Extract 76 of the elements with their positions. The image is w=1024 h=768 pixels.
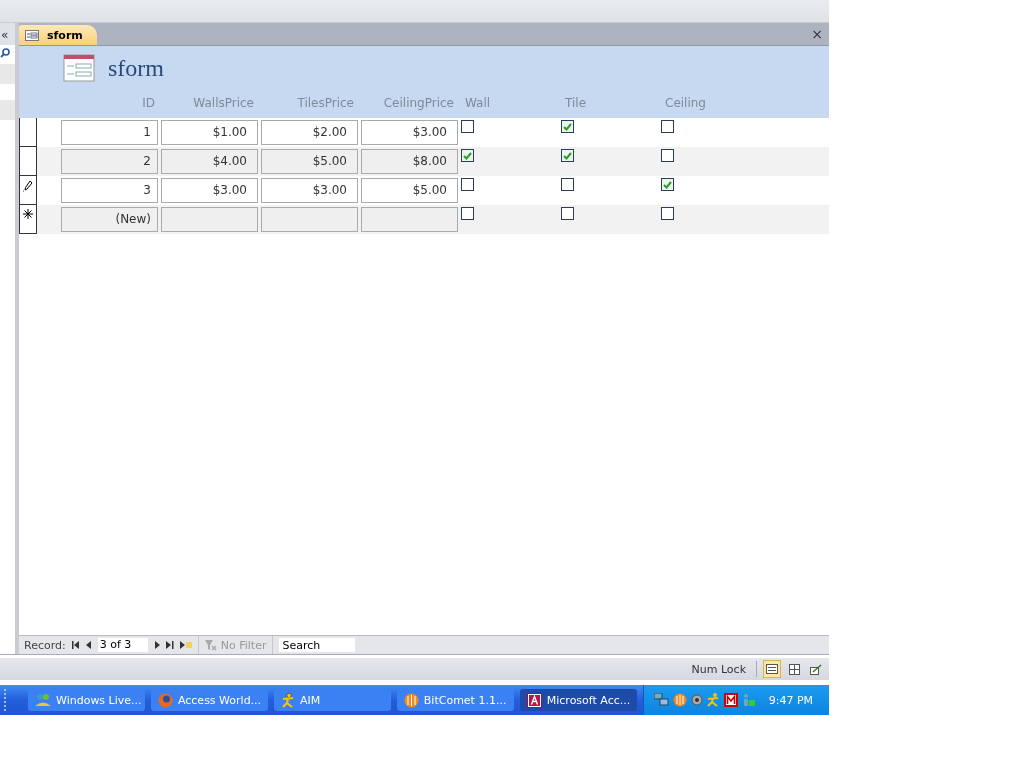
comet-icon — [672, 693, 687, 707]
price-field[interactable]: $3.00 — [261, 178, 358, 203]
document-tab[interactable]: sform — [19, 25, 97, 45]
price-field[interactable]: $8.00 — [361, 149, 458, 174]
first-record-icon[interactable] — [71, 641, 80, 649]
price-field[interactable]: $1.00 — [161, 120, 258, 145]
price-field[interactable]: $5.00 — [361, 178, 458, 203]
taskbar-button[interactable]: Microsoft Acc... — [519, 689, 637, 711]
taskbar-button[interactable]: Access World... — [150, 689, 268, 711]
previous-record-icon[interactable] — [85, 641, 92, 649]
price-field[interactable] — [261, 207, 358, 232]
column-header: Tile — [565, 96, 586, 110]
price-field[interactable] — [161, 207, 258, 232]
taskbar-button[interactable]: Windows Live... — [28, 689, 145, 711]
price-field[interactable]: $2.00 — [261, 120, 358, 145]
search-icon[interactable] — [0, 48, 10, 58]
checkbox[interactable] — [661, 207, 674, 220]
checkbox[interactable] — [461, 149, 474, 162]
form-title: sform — [108, 54, 164, 82]
column-header: CeilingPrice — [383, 96, 454, 110]
running-figure-icon — [706, 693, 720, 707]
checkbox[interactable] — [661, 120, 674, 133]
running-figure-icon — [280, 692, 295, 708]
asterisk-icon — [23, 209, 33, 219]
checkbox[interactable] — [561, 178, 574, 191]
num-lock-indicator: Num Lock — [691, 662, 746, 676]
checkbox[interactable] — [561, 207, 574, 220]
record-selector[interactable] — [19, 176, 37, 205]
last-record-icon[interactable] — [165, 641, 174, 649]
clock: 9:47 PM — [768, 693, 813, 707]
column-header: ID — [142, 96, 155, 110]
column-header: Ceiling — [665, 96, 706, 110]
checkbox[interactable] — [461, 120, 474, 133]
taskbar-button[interactable]: BitComet 1.1... — [396, 689, 514, 711]
current-record-field[interactable]: 3 of 3 — [97, 638, 148, 652]
record-selector[interactable] — [19, 147, 37, 176]
form-view-button[interactable] — [763, 660, 781, 678]
id-field[interactable]: 2 — [61, 149, 158, 174]
checkbox[interactable] — [661, 149, 674, 162]
collapse-chevron[interactable]: « — [0, 23, 15, 45]
price-field[interactable]: $4.00 — [161, 149, 258, 174]
m-logo-icon — [723, 693, 738, 707]
form-icon — [25, 29, 39, 41]
letter-a-icon — [526, 692, 542, 708]
id-field[interactable]: (New) — [61, 207, 158, 232]
id-field[interactable]: 1 — [61, 120, 158, 145]
new-record-icon[interactable] — [179, 641, 192, 649]
next-record-icon[interactable] — [153, 641, 160, 649]
column-header: WallsPrice — [193, 96, 254, 110]
people-icon — [35, 693, 51, 707]
search-field[interactable]: Search — [279, 638, 356, 652]
taskbar-button[interactable]: AIM — [273, 689, 391, 711]
column-header: Wall — [465, 96, 491, 110]
id-field[interactable]: 3 — [61, 178, 158, 203]
checkbox[interactable] — [461, 207, 474, 220]
checkbox[interactable] — [561, 120, 574, 133]
price-field[interactable]: $3.00 — [161, 178, 258, 203]
filter-icon — [204, 639, 217, 651]
user-status-icon — [741, 693, 755, 707]
record-label: Record: — [24, 638, 66, 652]
checkbox[interactable] — [461, 178, 474, 191]
price-field[interactable]: $3.00 — [361, 120, 458, 145]
network-icon — [653, 693, 669, 707]
checkbox[interactable] — [561, 149, 574, 162]
price-field[interactable] — [361, 207, 458, 232]
checkbox[interactable] — [661, 178, 674, 191]
close-button[interactable]: × — [805, 26, 829, 45]
price-field[interactable]: $5.00 — [261, 149, 358, 174]
record-selector[interactable] — [19, 118, 37, 147]
column-header: TilesPrice — [297, 96, 354, 110]
record-selector[interactable] — [19, 205, 37, 234]
pencil-icon — [23, 180, 33, 192]
speaker-icon — [690, 693, 703, 707]
globe-icon — [157, 692, 173, 708]
comet-icon — [403, 692, 419, 708]
form-icon — [63, 54, 95, 82]
